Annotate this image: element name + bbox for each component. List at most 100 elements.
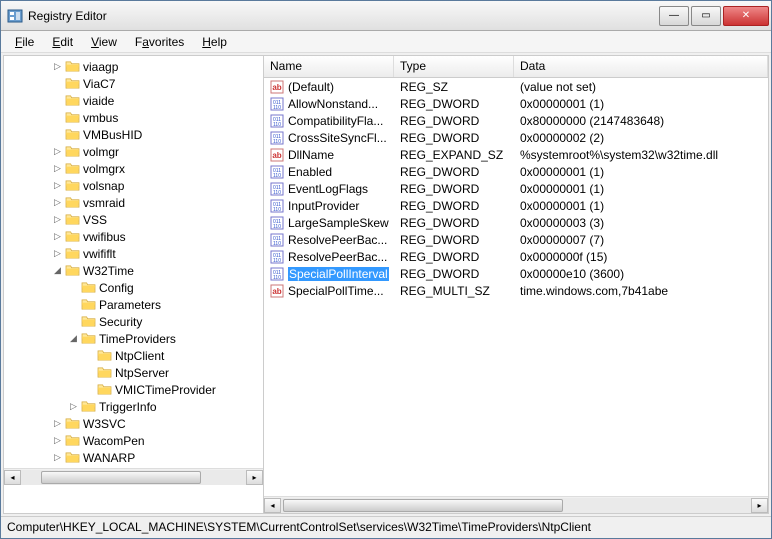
- column-type[interactable]: Type: [394, 56, 514, 77]
- expand-icon[interactable]: ▷: [52, 146, 63, 157]
- titlebar[interactable]: Registry Editor — ▭ ✕: [1, 1, 771, 31]
- expand-icon[interactable]: ▷: [68, 401, 79, 412]
- list-row[interactable]: ResolvePeerBac...REG_DWORD0x00000007 (7): [264, 231, 768, 248]
- value-type: REG_DWORD: [394, 114, 514, 128]
- minimize-button[interactable]: —: [659, 6, 689, 26]
- value-name: SpecialPollInterval: [288, 267, 389, 281]
- tree-item-label: volmgrx: [83, 162, 125, 176]
- expand-icon[interactable]: ▷: [52, 452, 63, 463]
- tree-item[interactable]: ▷viaagp: [4, 58, 263, 75]
- list-row[interactable]: EventLogFlagsREG_DWORD0x00000001 (1): [264, 180, 768, 197]
- list-row[interactable]: DllNameREG_EXPAND_SZ%systemroot%\system3…: [264, 146, 768, 163]
- scroll-right-icon[interactable]: ▸: [751, 498, 768, 513]
- tree-item[interactable]: ◢ W32Time: [4, 262, 263, 279]
- tree-item[interactable]: ▷ volmgrx: [4, 160, 263, 177]
- folder-icon: [81, 298, 96, 311]
- tree-hscrollbar[interactable]: ◂ ▸: [4, 468, 263, 485]
- menu-favorites[interactable]: Favorites: [127, 33, 192, 51]
- expand-icon[interactable]: ▷: [52, 61, 63, 72]
- value-name: SpecialPollTime...: [288, 284, 384, 298]
- value-type: REG_DWORD: [394, 233, 514, 247]
- window-title: Registry Editor: [28, 9, 659, 23]
- close-button[interactable]: ✕: [723, 6, 769, 26]
- scroll-right-icon[interactable]: ▸: [246, 470, 263, 485]
- tree-item[interactable]: ▷ VSS: [4, 211, 263, 228]
- list-row[interactable]: SpecialPollIntervalREG_DWORD0x00000e10 (…: [264, 265, 768, 282]
- binary-value-icon: [270, 267, 284, 281]
- tree-item[interactable]: ▷vwifibus: [4, 228, 263, 245]
- no-expand: [52, 112, 63, 123]
- column-name[interactable]: Name: [264, 56, 394, 77]
- folder-icon: [97, 349, 112, 362]
- value-data: 0x00000001 (1): [514, 199, 768, 213]
- tree-item[interactable]: VMICTimeProvider: [4, 381, 263, 398]
- tree-item-label: Parameters: [99, 298, 161, 312]
- tree-item[interactable]: ▷vwififlt: [4, 245, 263, 262]
- list-row[interactable]: InputProviderREG_DWORD0x00000001 (1): [264, 197, 768, 214]
- value-type: REG_DWORD: [394, 165, 514, 179]
- expand-icon[interactable]: ▷: [52, 248, 63, 259]
- list-row[interactable]: EnabledREG_DWORD0x00000001 (1): [264, 163, 768, 180]
- tree-item[interactable]: ▷WacomPen: [4, 432, 263, 449]
- tree-item[interactable]: ◢TimeProviders: [4, 330, 263, 347]
- tree-item[interactable]: ▷W3SVC: [4, 415, 263, 432]
- tree-pane[interactable]: ▷viaagpViaC7viaidevmbusVMBusHID▷volmgr▷v…: [4, 56, 264, 513]
- value-name: InputProvider: [288, 199, 359, 213]
- list-row[interactable]: CrossSiteSyncFl...REG_DWORD0x00000002 (2…: [264, 129, 768, 146]
- tree-item[interactable]: ViaC7: [4, 75, 263, 92]
- list-row[interactable]: (Default)REG_SZ(value not set): [264, 78, 768, 95]
- folder-icon: [65, 230, 80, 243]
- collapse-icon[interactable]: ◢: [52, 265, 63, 276]
- list-row[interactable]: SpecialPollTime...REG_MULTI_SZtime.windo…: [264, 282, 768, 299]
- scroll-left-icon[interactable]: ◂: [264, 498, 281, 513]
- folder-icon: [81, 315, 96, 328]
- menu-edit[interactable]: Edit: [44, 33, 81, 51]
- expand-icon[interactable]: ▷: [52, 231, 63, 242]
- list-hscrollbar[interactable]: ◂ ▸: [264, 496, 768, 513]
- menu-view[interactable]: View: [83, 33, 125, 51]
- list-row[interactable]: LargeSampleSkewREG_DWORD0x00000003 (3): [264, 214, 768, 231]
- collapse-icon[interactable]: ◢: [68, 333, 79, 344]
- tree-item[interactable]: viaide: [4, 92, 263, 109]
- expand-icon[interactable]: ▷: [52, 435, 63, 446]
- tree-item[interactable]: Security: [4, 313, 263, 330]
- list-row[interactable]: AllowNonstand...REG_DWORD0x00000001 (1): [264, 95, 768, 112]
- tree-item[interactable]: ▷vsmraid: [4, 194, 263, 211]
- maximize-button[interactable]: ▭: [691, 6, 721, 26]
- column-data[interactable]: Data: [514, 56, 768, 77]
- expand-icon[interactable]: ▷: [52, 197, 63, 208]
- binary-value-icon: [270, 131, 284, 145]
- tree-item[interactable]: vmbus: [4, 109, 263, 126]
- menu-help[interactable]: Help: [194, 33, 235, 51]
- folder-icon: [81, 281, 96, 294]
- menu-file[interactable]: File: [7, 33, 42, 51]
- tree-item[interactable]: ▷volsnap: [4, 177, 263, 194]
- expand-icon[interactable]: ▷: [52, 214, 63, 225]
- list-body[interactable]: (Default)REG_SZ(value not set)AllowNonst…: [264, 78, 768, 496]
- value-type: REG_DWORD: [394, 131, 514, 145]
- statusbar: Computer\HKEY_LOCAL_MACHINE\SYSTEM\Curre…: [1, 516, 771, 538]
- folder-icon: [65, 94, 80, 107]
- list-row[interactable]: ResolvePeerBac...REG_DWORD0x0000000f (15…: [264, 248, 768, 265]
- tree-item[interactable]: NtpClient: [4, 347, 263, 364]
- tree-item[interactable]: Config: [4, 279, 263, 296]
- tree-item[interactable]: ▷TriggerInfo: [4, 398, 263, 415]
- expand-icon[interactable]: ▷: [52, 180, 63, 191]
- scroll-left-icon[interactable]: ◂: [4, 470, 21, 485]
- folder-icon: [65, 128, 80, 141]
- tree-item[interactable]: Parameters: [4, 296, 263, 313]
- value-data: %systemroot%\system32\w32time.dll: [514, 148, 768, 162]
- tree-item-label: W32Time: [83, 264, 134, 278]
- folder-icon: [65, 417, 80, 430]
- tree-item[interactable]: VMBusHID: [4, 126, 263, 143]
- list-row[interactable]: CompatibilityFla...REG_DWORD0x80000000 (…: [264, 112, 768, 129]
- content-area: ▷viaagpViaC7viaidevmbusVMBusHID▷volmgr▷v…: [3, 55, 769, 514]
- tree-item[interactable]: ▷volmgr: [4, 143, 263, 160]
- expand-icon[interactable]: ▷: [52, 418, 63, 429]
- list-header: Name Type Data: [264, 56, 768, 78]
- expand-icon[interactable]: ▷: [52, 163, 63, 174]
- tree-item[interactable]: NtpServer: [4, 364, 263, 381]
- tree-item-label: VSS: [83, 213, 107, 227]
- tree-item[interactable]: ▷WANARP: [4, 449, 263, 466]
- value-name: CrossSiteSyncFl...: [288, 131, 387, 145]
